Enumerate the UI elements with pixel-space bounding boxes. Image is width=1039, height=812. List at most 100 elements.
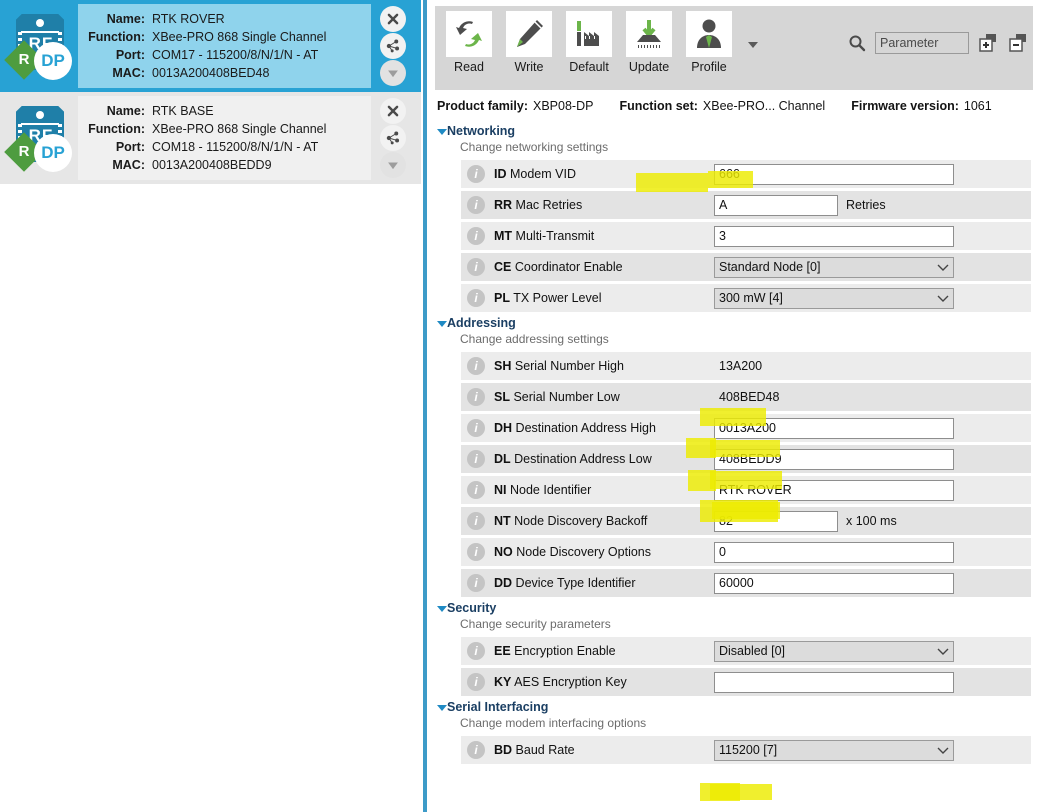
device-card[interactable]: RF R DP Name: RTK ROVER Function: XBee-PR… [0, 0, 421, 92]
section-rows: i ID Modem VID i RR Mac Retries Retries [437, 160, 1031, 312]
info-icon[interactable]: i [467, 574, 485, 592]
chevron-down-icon [937, 295, 949, 302]
parameter-control: 300 mW [4] [714, 287, 1031, 309]
parameter-input-no[interactable] [714, 541, 954, 563]
close-button[interactable] [380, 6, 406, 33]
default-button[interactable]: Default [563, 11, 615, 74]
toolbar-more-chevron-down-icon[interactable] [747, 36, 759, 54]
parameter-name: Encryption Enable [514, 644, 616, 658]
parameter-input-dl[interactable] [714, 448, 954, 470]
section-collapse-triangle-icon[interactable] [437, 705, 447, 711]
parameter-code: SL [494, 390, 510, 404]
info-icon[interactable]: i [467, 357, 485, 375]
parameter-select-value: Standard Node [0] [719, 259, 821, 274]
parameter-select-ee[interactable]: Disabled [0] [714, 640, 954, 662]
parameter-row: i NI Node Identifier [461, 476, 1031, 504]
info-icon[interactable]: i [467, 450, 485, 468]
parameter-row: i NO Node Discovery Options [461, 538, 1031, 566]
network-topology-icon [384, 37, 402, 55]
update-button[interactable]: Update [623, 11, 675, 74]
info-icon[interactable]: i [467, 481, 485, 499]
parameter-name: TX Power Level [513, 291, 602, 305]
parameter-input-mt[interactable] [714, 225, 954, 247]
section-title: Serial Interfacing [447, 700, 549, 714]
section-header[interactable]: Networking Change networking settings [437, 123, 1031, 156]
device-card[interactable]: RF R DP Name: RTK BASE Function: XBee-PRO… [0, 92, 421, 184]
section-header[interactable]: Addressing Change addressing settings [437, 315, 1031, 348]
parameter-control [714, 671, 1031, 693]
device-info-row: MAC: 0013A200408BEDD9 [86, 156, 361, 174]
info-icon[interactable]: i [467, 227, 485, 245]
device-actions [371, 4, 415, 88]
parameter-input-dd[interactable] [714, 572, 954, 594]
parameter-row: i KY AES Encryption Key [461, 668, 1031, 696]
device-info-row: Function: XBee-PRO 868 Single Channel [86, 28, 361, 46]
meta-item: Firmware version: 1061 [851, 99, 992, 113]
write-button[interactable]: Write [503, 11, 555, 74]
parameter-label: RR Mac Retries [494, 198, 714, 212]
search-icon[interactable] [847, 33, 867, 53]
info-icon[interactable]: i [467, 258, 485, 276]
collapse-all-icon[interactable] [1007, 32, 1029, 54]
parameter-label: PL TX Power Level [494, 291, 714, 305]
chevron-down-icon [384, 156, 402, 174]
device-field-label: MAC: [112, 158, 145, 172]
info-icon[interactable]: i [467, 289, 485, 307]
write-pencil-icon [506, 11, 552, 57]
network-topology-button[interactable] [380, 32, 406, 59]
section-subtitle: Change modem interfacing options [460, 716, 647, 730]
parameter-row: i MT Multi-Transmit [461, 222, 1031, 250]
chevron-down-button[interactable] [380, 151, 406, 178]
info-icon[interactable]: i [467, 673, 485, 691]
parameter-code: DH [494, 421, 513, 435]
meta-item: Function set: XBee-PRO... Channel [619, 99, 825, 113]
parameter-row: i EE Encryption Enable Disabled [0] [461, 637, 1031, 665]
parameter-input-dh[interactable] [714, 417, 954, 439]
section-rows: i BD Baud Rate 115200 [7] [437, 736, 1031, 764]
parameter-name: Node Discovery Options [516, 545, 652, 559]
info-icon[interactable]: i [467, 543, 485, 561]
profile-button[interactable]: Profile [683, 11, 735, 74]
parameter-row: i SH Serial Number High 13A200 [461, 352, 1031, 380]
info-icon[interactable]: i [467, 642, 485, 660]
parameter-select-bd[interactable]: 115200 [7] [714, 739, 954, 761]
section-header[interactable]: Serial Interfacing Change modem interfac… [437, 699, 1031, 732]
parameter-unit: Retries [846, 198, 886, 212]
network-topology-button[interactable] [380, 124, 406, 151]
parameter-input-ni[interactable] [714, 479, 954, 501]
parameter-label: DH Destination Address High [494, 421, 714, 435]
parameter-name: Mac Retries [515, 198, 583, 212]
info-icon[interactable]: i [467, 196, 485, 214]
parameter-select-ce[interactable]: Standard Node [0] [714, 256, 954, 278]
info-icon[interactable]: i [467, 165, 485, 183]
device-field-label: MAC: [112, 66, 145, 80]
info-icon[interactable]: i [467, 388, 485, 406]
parameter-input-ky[interactable] [714, 671, 954, 693]
close-button[interactable] [380, 98, 406, 125]
parameter-input-nt[interactable] [714, 510, 838, 532]
expand-all-icon[interactable] [977, 32, 999, 54]
meta-value: XBee-PRO... Channel [702, 99, 826, 113]
search-input[interactable] [875, 32, 969, 54]
chevron-down-button[interactable] [380, 59, 406, 86]
parameter-code: ID [494, 167, 507, 181]
section-collapse-triangle-icon[interactable] [437, 606, 447, 612]
parameter-input-id[interactable] [714, 163, 954, 185]
info-icon[interactable]: i [467, 741, 485, 759]
info-icon[interactable]: i [467, 512, 485, 530]
parameter-select-pl[interactable]: 300 mW [4] [714, 287, 954, 309]
panel-divider [423, 0, 427, 812]
parameter-input-rr[interactable] [714, 194, 838, 216]
section-collapse-triangle-icon[interactable] [437, 129, 447, 135]
parameter-select-value: Disabled [0] [719, 643, 786, 658]
section-collapse-triangle-icon[interactable] [437, 321, 447, 327]
info-icon[interactable]: i [467, 419, 485, 437]
toolbar-button-label: Profile [691, 60, 727, 74]
parameter-control [714, 572, 1031, 594]
section-header[interactable]: Security Change security parameters [437, 600, 1031, 633]
parameter-name: Destination Address Low [514, 452, 652, 466]
read-button[interactable]: Read [443, 11, 495, 74]
parameter-row: i BD Baud Rate 115200 [7] [461, 736, 1031, 764]
toolbar-button-label: Default [569, 60, 609, 74]
parameter-label: SL Serial Number Low [494, 390, 714, 404]
